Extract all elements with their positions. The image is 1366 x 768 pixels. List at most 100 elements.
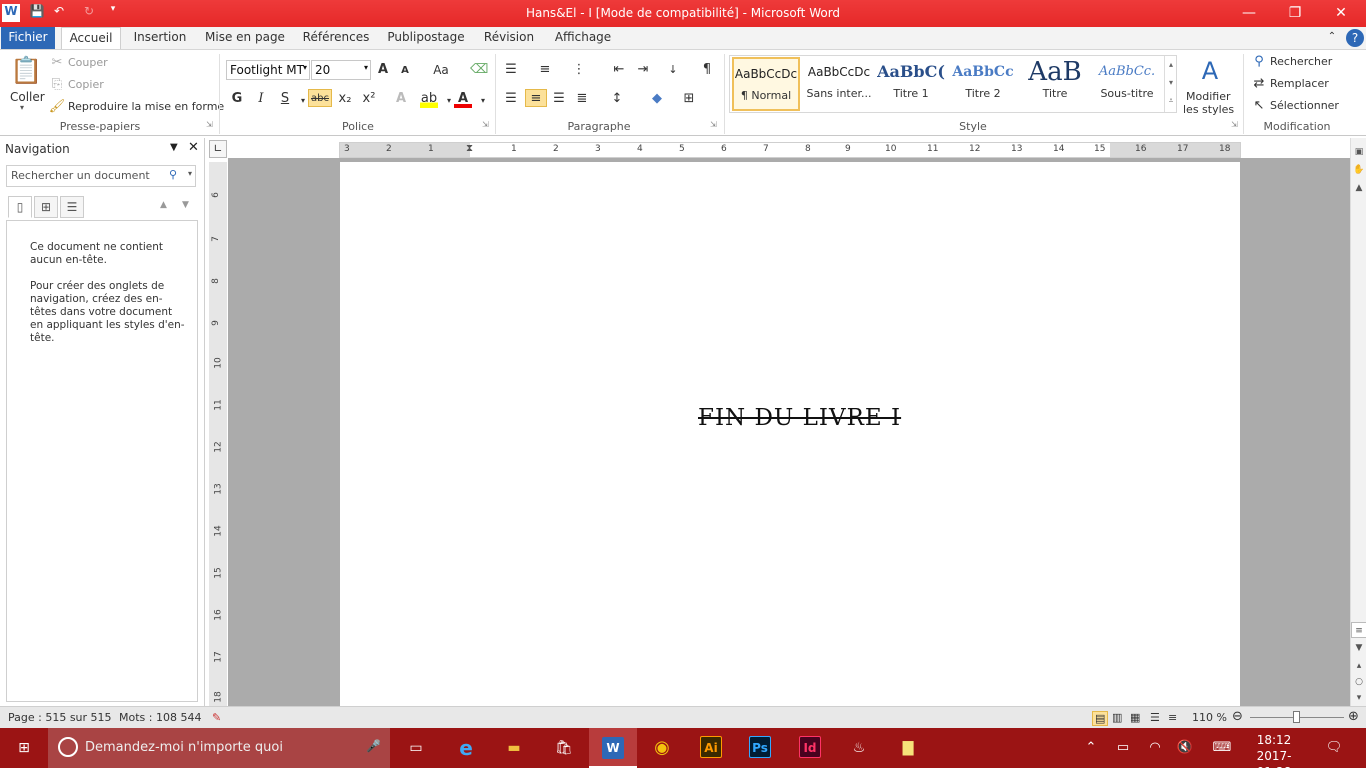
word-count[interactable]: Mots : 108 544	[119, 711, 201, 724]
print-layout-icon[interactable]: ▤	[1092, 711, 1109, 726]
tab-affichage[interactable]: Affichage	[550, 27, 616, 49]
gallery-scroll[interactable]: ▴ ▾ ⩡	[1164, 56, 1177, 112]
grow-font-icon[interactable]: A	[374, 61, 392, 79]
bullets-icon[interactable]: ☰	[502, 61, 520, 79]
outline-icon[interactable]: ☰	[1150, 711, 1160, 724]
style-titre-1[interactable]: AaBbC( Titre 1	[876, 57, 946, 109]
steam-icon[interactable]: ♨	[835, 728, 883, 768]
bold-button[interactable]: G	[228, 90, 246, 108]
battery-icon[interactable]: ▭	[1112, 728, 1134, 768]
highlight-icon[interactable]: ab	[420, 90, 438, 108]
paste-button[interactable]: Coller	[10, 90, 45, 104]
illustrator-icon[interactable]: Ai	[687, 728, 735, 768]
minimize-button[interactable]: —	[1226, 0, 1272, 27]
show-hidden-icons-icon[interactable]: ⌃	[1080, 728, 1102, 768]
cortana-search[interactable]: Demandez-moi n'importe quoi 🎤	[48, 728, 390, 768]
modify-styles-line2[interactable]: les styles	[1183, 103, 1234, 116]
photoshop-icon[interactable]: Ps	[736, 728, 784, 768]
italic-button[interactable]: I	[252, 90, 270, 108]
zoom-level[interactable]: 110 %	[1192, 711, 1227, 724]
superscript-button[interactable]: x²	[358, 90, 380, 108]
font-size-combo[interactable]: 20 ▾	[311, 60, 371, 80]
view-ruler-icon[interactable]: ▣	[1351, 144, 1366, 160]
edge-icon[interactable]: e	[442, 728, 490, 768]
align-center-icon[interactable]: ≡	[525, 89, 547, 107]
indent-marker-icon[interactable]: ⧗	[466, 143, 473, 154]
zoom-slider-thumb[interactable]	[1293, 711, 1300, 723]
font-size-dropdown-icon[interactable]: ▾	[364, 63, 368, 72]
pane-close-icon[interactable]: ✕	[188, 140, 199, 155]
draft-icon[interactable]: ≡	[1168, 711, 1177, 724]
task-view-icon[interactable]: ▭	[392, 728, 440, 768]
numbering-icon[interactable]: ≡	[536, 61, 554, 79]
indesign-icon[interactable]: Id	[786, 728, 834, 768]
pan-icon[interactable]: ✋	[1351, 162, 1366, 178]
text-effects-icon[interactable]: A	[392, 90, 410, 108]
gallery-down-icon[interactable]: ▾	[1165, 74, 1177, 92]
tab-publipostage[interactable]: Publipostage	[384, 27, 468, 49]
show-marks-button[interactable]: ¶	[698, 61, 716, 79]
clear-formatting-icon[interactable]: ⌫	[470, 61, 488, 79]
zoom-in-icon[interactable]: ⊕	[1348, 709, 1359, 724]
previous-page-icon[interactable]: ▴	[1351, 658, 1366, 674]
increase-indent-icon[interactable]: ⇥	[634, 61, 652, 79]
volume-muted-icon[interactable]: 🔇	[1174, 728, 1196, 768]
web-layout-icon[interactable]: ▦	[1130, 711, 1140, 724]
gallery-up-icon[interactable]: ▴	[1165, 56, 1177, 74]
font-color-icon[interactable]: A	[454, 90, 472, 108]
style-launcher-icon[interactable]: ⇲	[1231, 120, 1238, 129]
format-painter-icon[interactable]: 🖌	[48, 98, 66, 116]
justify-icon[interactable]: ≣	[573, 90, 591, 108]
font-family-combo[interactable]: Footlight MT ▾	[226, 60, 310, 80]
nav-prev-icon[interactable]: ▲	[160, 200, 167, 210]
select-icon[interactable]: ↖	[1250, 97, 1268, 115]
help-icon[interactable]: ?	[1346, 29, 1364, 47]
clipboard-launcher-icon[interactable]: ⇲	[206, 120, 213, 129]
scroll-thumb[interactable]: ≡	[1351, 622, 1366, 638]
next-page-icon[interactable]: ▾	[1351, 690, 1366, 706]
paragraph-launcher-icon[interactable]: ⇲	[710, 120, 717, 129]
decrease-indent-icon[interactable]: ⇤	[610, 61, 628, 79]
copy-icon[interactable]: ⎘	[48, 76, 66, 94]
find-icon[interactable]: ⚲	[1250, 53, 1268, 71]
shrink-font-icon[interactable]: A	[396, 62, 414, 80]
nav-tab-results[interactable]: ☰	[60, 196, 84, 218]
multilevel-list-icon[interactable]: ⋮	[570, 61, 588, 79]
shading-icon[interactable]: ◆	[648, 90, 666, 108]
microphone-icon[interactable]: 🎤	[366, 739, 381, 753]
document-page[interactable]	[340, 162, 1240, 706]
horizontal-ruler[interactable]: 3 2 1 1 2 3 4 5 6 7 8 9 10 11 12 13 14 1…	[339, 142, 1241, 158]
word-taskbar-icon[interactable]: W	[589, 728, 637, 768]
collapse-ribbon-icon[interactable]: ⌃	[1324, 27, 1340, 49]
file-explorer-icon[interactable]: ▬	[490, 728, 538, 768]
action-center-icon[interactable]: 🗨	[1322, 728, 1346, 768]
borders-icon[interactable]: ⊞	[680, 90, 698, 108]
select-button[interactable]: Sélectionner	[1270, 99, 1339, 112]
store-icon[interactable]: 🛍	[540, 728, 588, 768]
modify-styles-icon[interactable]: A	[1194, 56, 1226, 86]
nav-tab-pages[interactable]: ⊞	[34, 196, 58, 218]
tab-insertion[interactable]: Insertion	[128, 27, 192, 49]
cut-button[interactable]: Couper	[68, 56, 108, 69]
find-button[interactable]: Rechercher	[1270, 55, 1332, 68]
clock[interactable]: 18:12 2017-01-28	[1248, 728, 1300, 768]
vertical-scrollbar[interactable]: ▣ ✋ ▲ ≡ ▼ ▴ ○ ▾	[1350, 138, 1366, 706]
copy-button[interactable]: Copier	[68, 78, 104, 91]
sort-icon[interactable]: ↓	[664, 61, 682, 79]
cut-icon[interactable]: ✂	[48, 54, 66, 72]
tab-selector-icon[interactable]: ∟	[209, 140, 227, 158]
tab-revision[interactable]: Révision	[478, 27, 540, 49]
style-sans-interligne[interactable]: AaBbCcDc Sans inter...	[804, 57, 874, 109]
format-painter-button[interactable]: Reproduire la mise en forme	[68, 100, 224, 113]
wifi-icon[interactable]: ◠	[1144, 728, 1166, 768]
tab-fichier[interactable]: Fichier	[1, 27, 55, 49]
tab-references[interactable]: Références	[298, 27, 374, 49]
pane-options-icon[interactable]: ▼	[170, 142, 178, 153]
tab-mise-en-page[interactable]: Mise en page	[202, 27, 288, 49]
line-spacing-icon[interactable]: ↕	[608, 90, 626, 108]
page-count[interactable]: Page : 515 sur 515	[8, 711, 112, 724]
search-options-icon[interactable]: ▾	[188, 169, 192, 178]
style-normal[interactable]: AaBbCcDc ¶ Normal	[732, 57, 800, 111]
gallery-more-icon[interactable]: ⩡	[1165, 92, 1177, 110]
font-family-dropdown-icon[interactable]: ▾	[303, 63, 307, 72]
